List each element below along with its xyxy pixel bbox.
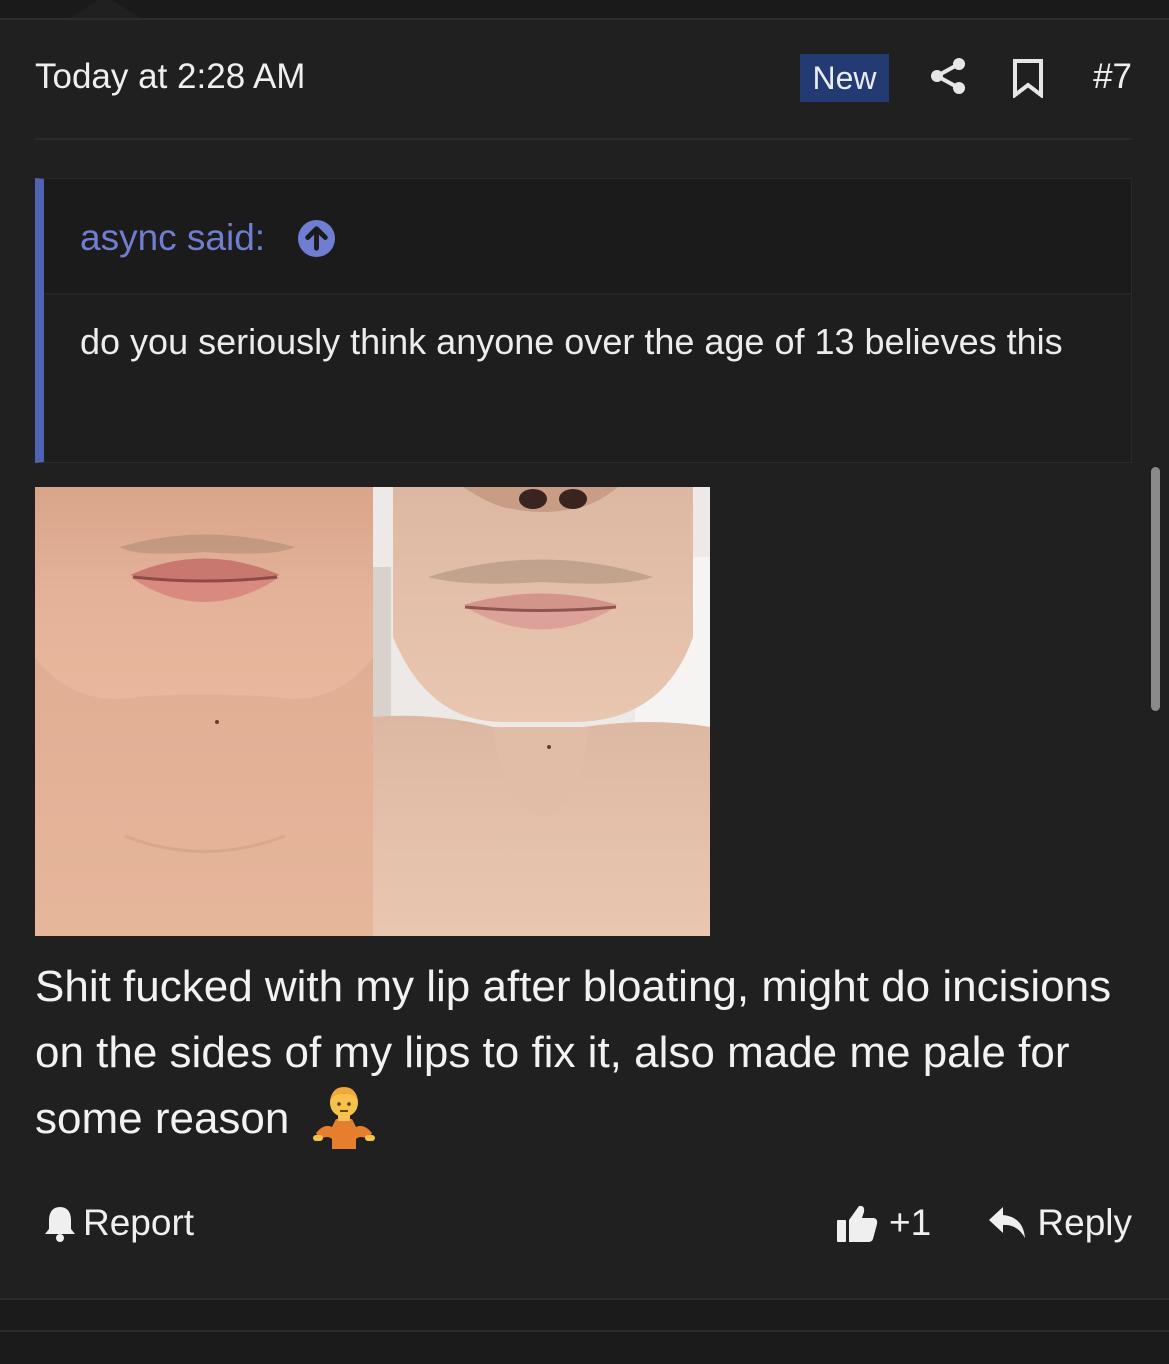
reply-arrow-icon [989,1207,1026,1238]
scrollbar[interactable] [1151,467,1160,711]
post-actions: Report +1 Reply [35,1198,1132,1258]
post-number-link[interactable]: #7 [1093,57,1132,97]
post-timestamp[interactable]: Today at 2:28 AM [35,57,305,97]
arrow-up-circle-icon[interactable] [297,219,336,258]
post-arrow-notch [70,0,140,18]
like-button[interactable]: +1 [835,1198,931,1248]
divider [0,1330,1169,1332]
person-shrugging-emoji-icon [312,1087,375,1150]
bookmark-icon[interactable] [1011,58,1045,98]
post-header: Today at 2:28 AM New #7 [35,20,1132,140]
report-button[interactable]: Report [43,1198,194,1248]
forum-post: Today at 2:28 AM New #7 async said: do y… [0,20,1169,1298]
like-count: +1 [889,1202,932,1243]
post-message: Shit fucked with my lip after bloating, … [35,954,1145,1152]
reply-label: Reply [1037,1202,1132,1243]
previous-post-edge [0,0,1169,20]
quote-header: async said: [44,179,1131,295]
before-photo[interactable] [35,487,373,936]
quote-author-link[interactable]: async said: [80,217,265,259]
report-label: Report [83,1202,195,1243]
after-photo[interactable] [373,487,710,936]
quote-block: async said: do you seriously think anyon… [35,178,1132,463]
thumbs-up-icon [837,1205,878,1242]
share-icon[interactable] [928,56,968,96]
quote-text: do you seriously think anyone over the a… [80,321,1063,362]
quote-body: do you seriously think anyone over the a… [44,295,1131,462]
post-message-text: Shit fucked with my lip after bloating, … [35,962,1112,1143]
new-badge: New [800,54,889,102]
reply-button[interactable]: Reply [987,1198,1132,1248]
page: Today at 2:28 AM New #7 async said: do y… [0,0,1169,1364]
bell-icon [45,1207,75,1242]
